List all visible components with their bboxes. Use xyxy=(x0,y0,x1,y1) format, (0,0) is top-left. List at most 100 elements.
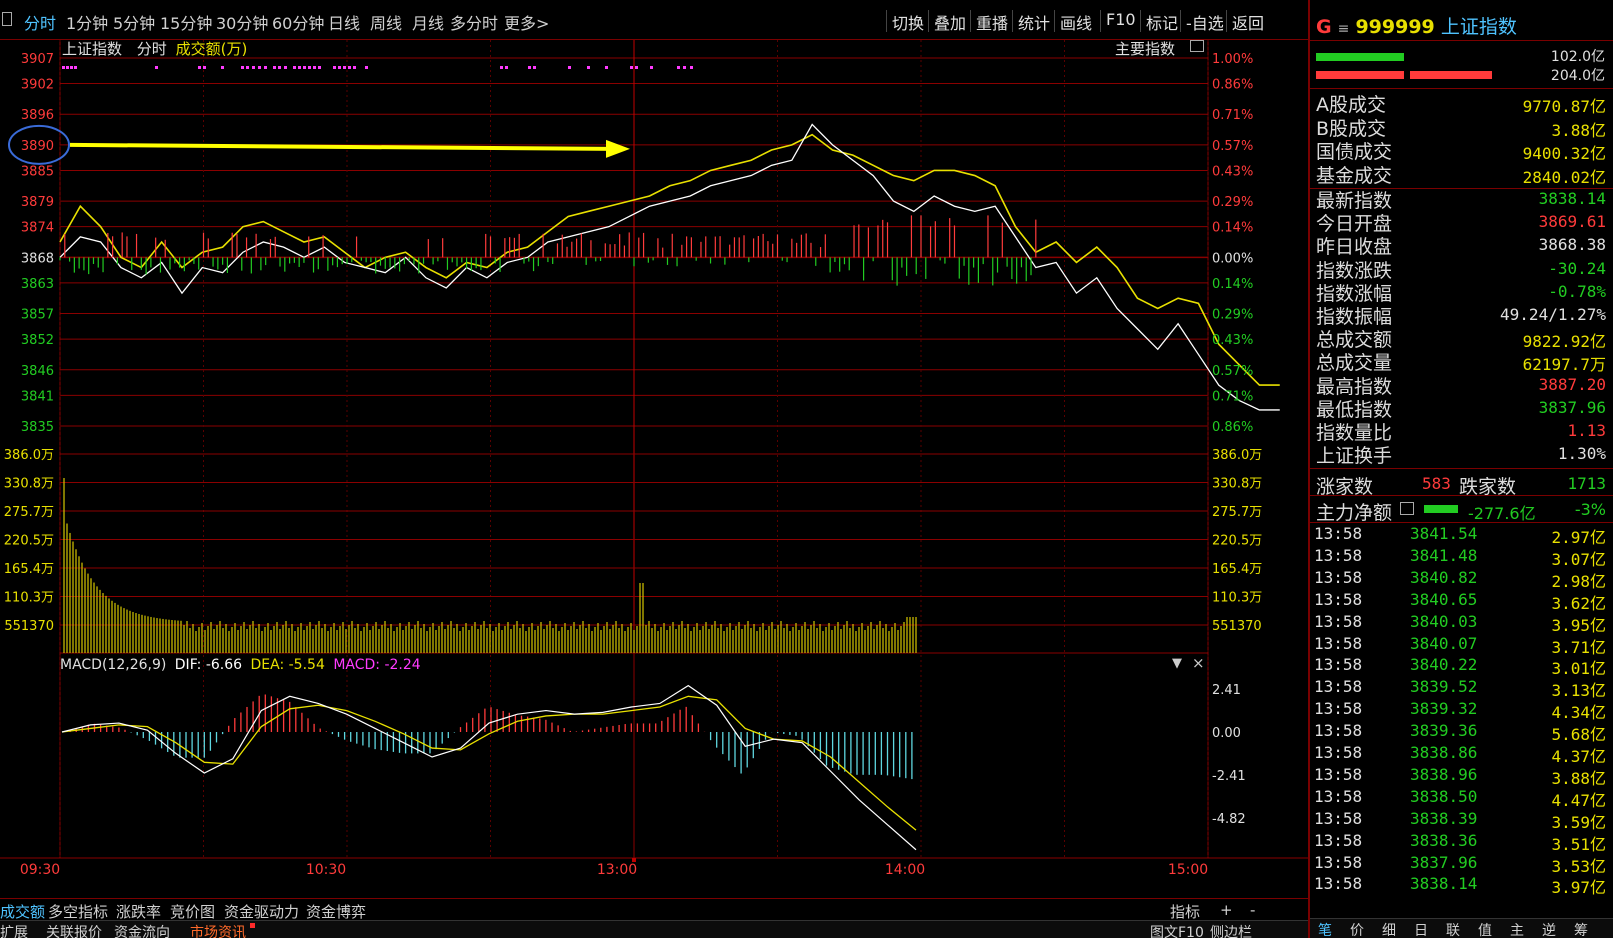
event-marker[interactable] xyxy=(284,66,287,69)
event-marker[interactable] xyxy=(318,66,321,69)
event-marker[interactable] xyxy=(533,66,536,69)
tick-row[interactable]: 13:58 3839.52 3.13亿 xyxy=(1314,677,1610,700)
event-marker[interactable] xyxy=(313,66,316,69)
period-tab-3[interactable]: 15分钟 xyxy=(160,10,212,34)
period-tab-8[interactable]: 月线 xyxy=(412,10,444,34)
indicator-tab-3[interactable]: 竞价图 xyxy=(170,901,215,922)
tick-tab-7[interactable]: 逆 xyxy=(1542,920,1556,938)
period-tab-5[interactable]: 60分钟 xyxy=(272,10,324,34)
indicator-tab-2[interactable]: 涨跌率 xyxy=(116,901,161,922)
tick-row[interactable]: 13:58 3840.07 3.71亿 xyxy=(1314,634,1610,657)
period-tab-9[interactable]: 多分时 xyxy=(450,10,498,34)
indicator-tab-4[interactable]: 资金驱动力 xyxy=(224,901,299,922)
period-tab-1[interactable]: 1分钟 xyxy=(66,10,108,34)
event-marker[interactable] xyxy=(258,66,261,69)
event-marker[interactable] xyxy=(273,66,276,69)
tick-tab-1[interactable]: 价 xyxy=(1350,920,1364,938)
event-marker[interactable] xyxy=(74,66,77,69)
intraday-chart[interactable]: 3907 1.00% 3902 0.86% 3896 0.71% 3890 0.57% 3885… xyxy=(0,40,1308,898)
event-marker[interactable] xyxy=(303,66,306,69)
tool-0[interactable]: 切换 xyxy=(892,10,924,34)
indicator-tab-1[interactable]: 多空指标 xyxy=(48,901,108,922)
tool-8[interactable]: 返回 xyxy=(1232,10,1264,34)
tick-row[interactable]: 13:58 3841.54 2.97亿 xyxy=(1314,524,1610,547)
tick-tab-0[interactable]: 笔 xyxy=(1318,920,1332,938)
event-marker[interactable] xyxy=(348,66,351,69)
mode-label[interactable]: 分时 xyxy=(137,40,167,58)
event-marker[interactable] xyxy=(198,66,201,69)
event-marker[interactable] xyxy=(264,66,267,69)
event-marker[interactable] xyxy=(278,66,281,69)
indicator-action-0[interactable]: 指标 xyxy=(1170,901,1200,922)
event-marker[interactable] xyxy=(246,66,249,69)
main-index-label[interactable]: 主要指数 xyxy=(1115,38,1175,59)
info-tab-3[interactable]: 市场资讯 xyxy=(190,922,246,938)
tick-row[interactable]: 13:58 3840.22 3.01亿 xyxy=(1314,655,1610,678)
period-tab-10[interactable]: 更多> xyxy=(504,10,549,34)
tick-row[interactable]: 13:58 3838.39 3.59亿 xyxy=(1314,809,1610,832)
tick-row[interactable]: 13:58 3839.32 4.34亿 xyxy=(1314,699,1610,722)
tool-4[interactable]: 画线 xyxy=(1060,10,1092,34)
indicator-action-2[interactable]: - xyxy=(1250,901,1255,919)
tick-row[interactable]: 13:58 3840.82 2.98亿 xyxy=(1314,568,1610,591)
event-marker[interactable] xyxy=(333,66,336,69)
event-marker[interactable] xyxy=(203,66,206,69)
tool-7[interactable]: -自选 xyxy=(1186,10,1224,34)
event-marker[interactable] xyxy=(500,66,503,69)
collapse-icon[interactable] xyxy=(1190,40,1204,52)
info-action-0[interactable]: 图文F10 xyxy=(1150,922,1204,938)
period-tab-0[interactable]: 分时 xyxy=(24,10,56,34)
tool-5[interactable]: F10 xyxy=(1106,10,1136,29)
tool-1[interactable]: 叠加 xyxy=(934,10,966,34)
event-marker[interactable] xyxy=(635,66,638,69)
event-marker[interactable] xyxy=(62,66,65,69)
event-marker[interactable] xyxy=(587,66,590,69)
period-tab-4[interactable]: 30分钟 xyxy=(216,10,268,34)
event-marker[interactable] xyxy=(241,66,244,69)
period-tab-2[interactable]: 5分钟 xyxy=(113,10,155,34)
menu-icon[interactable]: ≡ xyxy=(1338,21,1350,37)
period-tab-6[interactable]: 日线 xyxy=(328,10,360,34)
indicator-tab-0[interactable]: 成交额 xyxy=(0,901,45,922)
tick-row[interactable]: 13:58 3838.50 4.47亿 xyxy=(1314,787,1610,810)
event-marker[interactable] xyxy=(605,66,608,69)
event-marker[interactable] xyxy=(298,66,301,69)
event-marker[interactable] xyxy=(293,66,296,69)
indicator-action-1[interactable]: + xyxy=(1220,901,1233,919)
tool-6[interactable]: 标记 xyxy=(1146,10,1178,34)
tick-row[interactable]: 13:58 3841.48 3.07亿 xyxy=(1314,546,1610,569)
event-marker[interactable] xyxy=(66,66,69,69)
event-marker[interactable] xyxy=(70,66,73,69)
tool-3[interactable]: 统计 xyxy=(1018,10,1050,34)
tick-row[interactable]: 13:58 3840.65 3.62亿 xyxy=(1314,590,1610,613)
event-marker[interactable] xyxy=(677,66,680,69)
indicator-tab-5[interactable]: 资金博弈 xyxy=(306,901,366,922)
tick-row[interactable]: 13:58 3838.96 3.88亿 xyxy=(1314,765,1610,788)
tick-row[interactable]: 13:58 3839.36 5.68亿 xyxy=(1314,721,1610,744)
tick-tab-6[interactable]: 主 xyxy=(1510,920,1524,938)
tick-tab-2[interactable]: 细 xyxy=(1382,920,1396,938)
event-marker[interactable] xyxy=(155,66,158,69)
info-tab-0[interactable]: 扩展 xyxy=(0,922,28,938)
event-marker[interactable] xyxy=(365,66,368,69)
tick-row[interactable]: 13:58 3840.03 3.95亿 xyxy=(1314,612,1610,635)
event-marker[interactable] xyxy=(338,66,341,69)
tick-tab-8[interactable]: 筹 xyxy=(1574,920,1588,938)
event-marker[interactable] xyxy=(221,66,224,69)
event-marker[interactable] xyxy=(528,66,531,69)
tool-2[interactable]: 重播 xyxy=(976,10,1008,34)
list-icon[interactable] xyxy=(1400,502,1414,515)
event-marker[interactable] xyxy=(650,66,653,69)
event-marker[interactable] xyxy=(505,66,508,69)
event-marker[interactable] xyxy=(690,66,693,69)
tick-tab-5[interactable]: 值 xyxy=(1478,920,1492,938)
info-tab-1[interactable]: 关联报价 xyxy=(46,922,102,938)
tick-tab-4[interactable]: 联 xyxy=(1446,920,1460,938)
event-marker[interactable] xyxy=(683,66,686,69)
tick-tab-3[interactable]: 日 xyxy=(1414,920,1428,938)
event-marker[interactable] xyxy=(252,66,255,69)
event-marker[interactable] xyxy=(630,66,633,69)
info-action-1[interactable]: 侧边栏 xyxy=(1210,922,1252,938)
tick-row[interactable]: 13:58 3838.86 4.37亿 xyxy=(1314,743,1610,766)
panel-toggle-icon[interactable] xyxy=(2,12,12,26)
